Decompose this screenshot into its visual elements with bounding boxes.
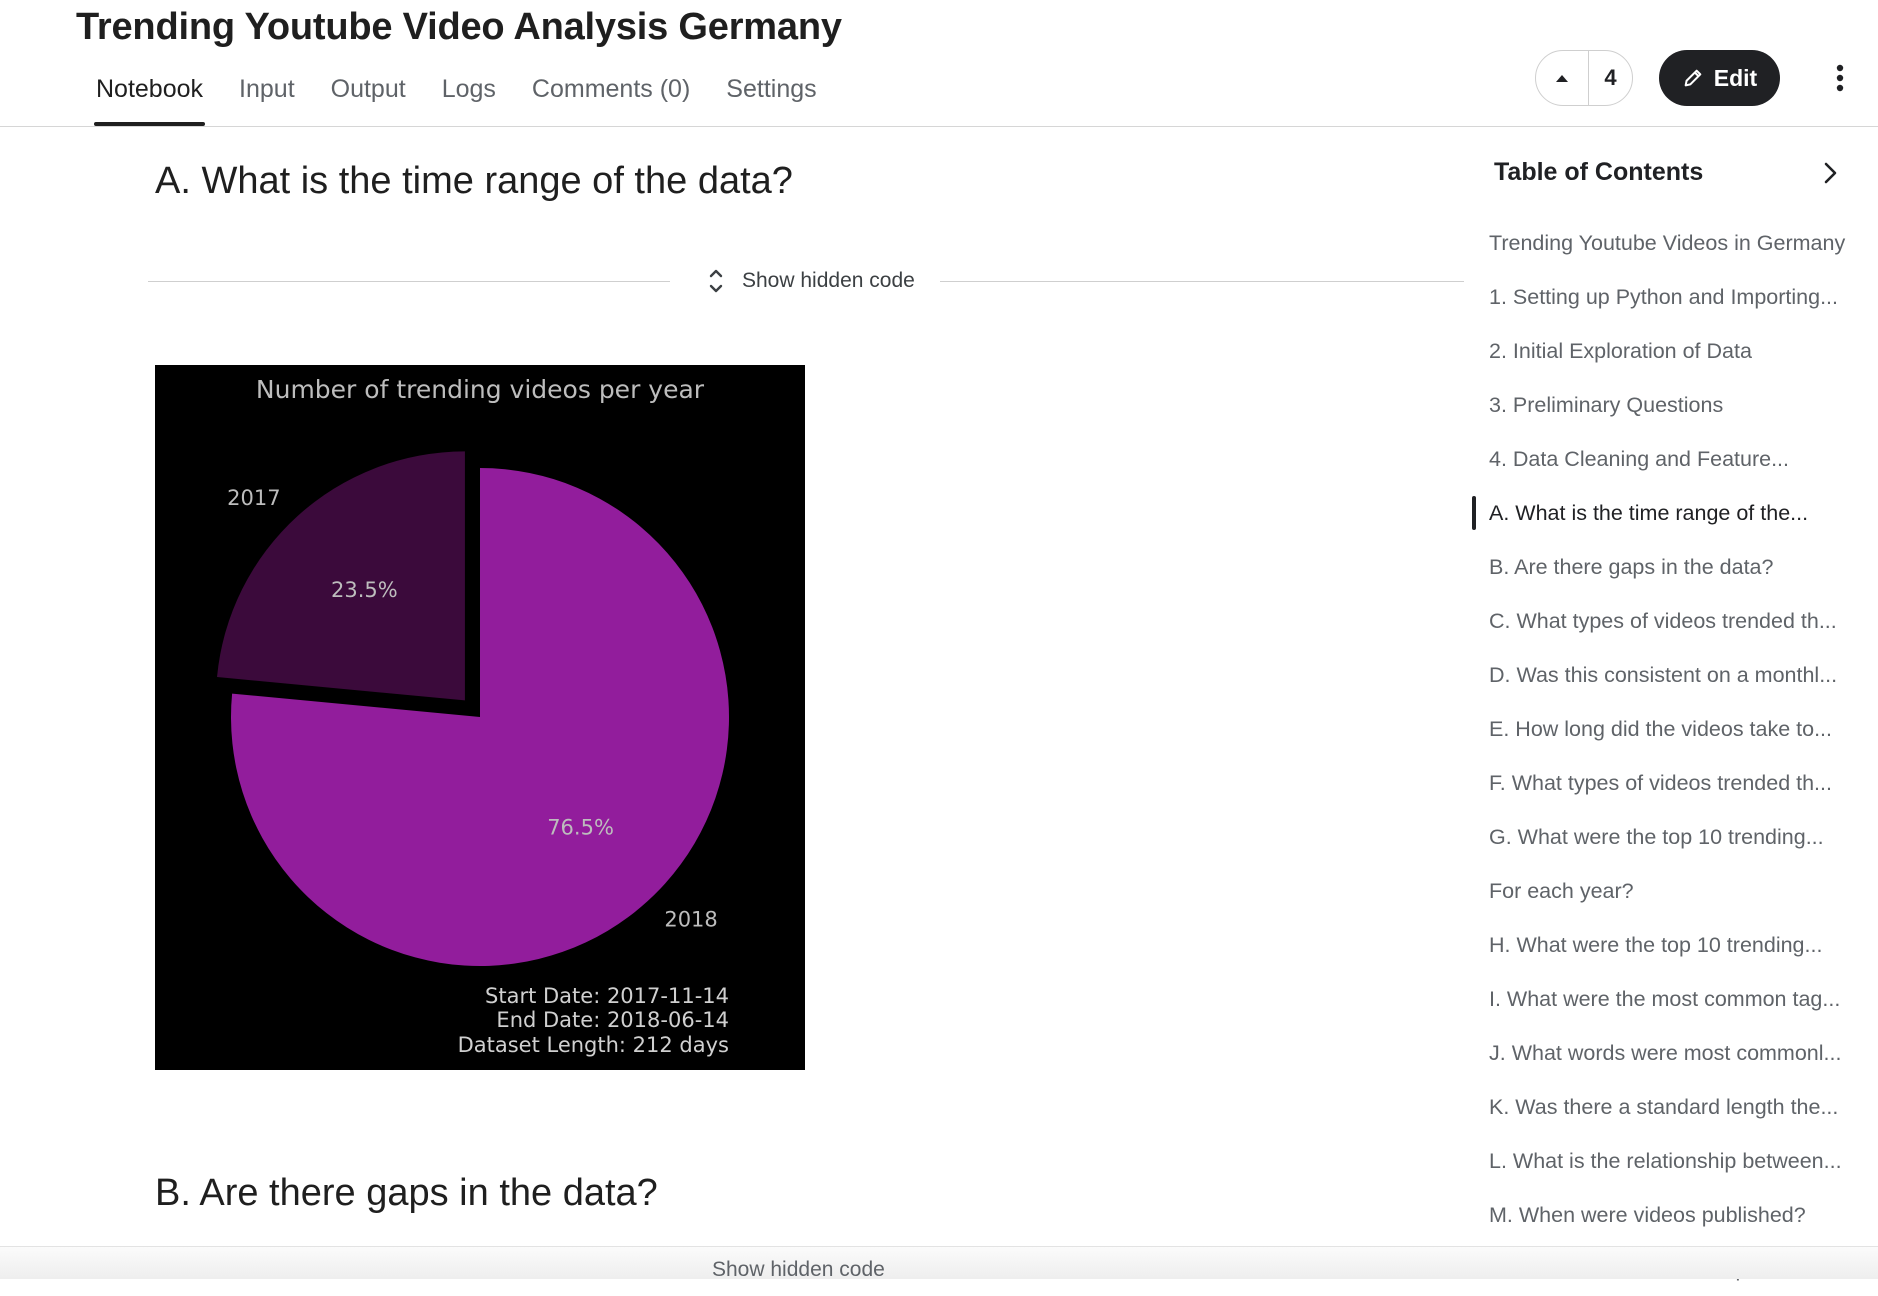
toc-item[interactable]: I. What were the most common tag... <box>1470 972 1878 1026</box>
toc-item[interactable]: L. What is the relationship between... <box>1470 1134 1878 1188</box>
toc-item[interactable]: B. Are there gaps in the data? <box>1470 540 1878 594</box>
tab-bar: Notebook Input Output Logs Comments (0) … <box>78 72 835 126</box>
toc-item[interactable]: E. How long did the videos take to... <box>1470 702 1878 756</box>
pie-slices <box>217 451 729 966</box>
toc-item[interactable]: J. What words were most commonl... <box>1470 1026 1878 1080</box>
pie-chart: Number of trending videos per year 2017 2… <box>155 365 805 1070</box>
divider-line <box>148 281 670 282</box>
show-hidden-code-label: Show hidden code <box>742 269 915 292</box>
toc-item[interactable]: 3. Preliminary Questions <box>1470 378 1878 432</box>
toc-item[interactable]: 4. Data Cleaning and Feature... <box>1470 432 1878 486</box>
slice-label-2017: 2017 <box>227 486 280 510</box>
hidden-code-row: Show hidden code <box>148 261 1464 301</box>
divider-line <box>940 281 1464 282</box>
page-title: Trending Youtube Video Analysis Germany <box>76 6 842 48</box>
toc-item[interactable]: 1. Setting up Python and Importing... <box>1470 270 1878 324</box>
slice-percent-2017: 23.5% <box>331 578 398 602</box>
chevron-right-icon[interactable] <box>1815 158 1845 188</box>
toc-item[interactable]: G. What were the top 10 trending... <box>1470 810 1878 864</box>
vote-widget: 4 <box>1535 50 1633 106</box>
vote-count: 4 <box>1604 65 1617 90</box>
expand-vertical-icon <box>709 269 723 293</box>
tab-output[interactable]: Output <box>313 72 424 126</box>
caret-up-icon <box>1556 75 1568 82</box>
toc-item[interactable]: Trending Youtube Videos in Germany <box>1470 216 1878 270</box>
toc-item[interactable]: F. What types of videos trended th... <box>1470 756 1878 810</box>
section-b-title: B. Are there gaps in the data? <box>155 1172 658 1214</box>
edit-label: Edit <box>1713 64 1758 91</box>
annotation-end-date: End Date: 2018-06-14 <box>496 1008 729 1032</box>
annotation-dataset-length: Dataset Length: 212 days <box>458 1033 729 1057</box>
tab-input[interactable]: Input <box>221 72 313 126</box>
toc-list: Trending Youtube Videos in Germany 1. Set… <box>1470 216 1878 1296</box>
pencil-icon <box>1684 69 1702 87</box>
header: Trending Youtube Video Analysis Germany … <box>0 0 1878 127</box>
toc-item[interactable]: 2. Initial Exploration of Data <box>1470 324 1878 378</box>
tab-settings[interactable]: Settings <box>708 72 834 126</box>
bottom-scroll-fade <box>0 1246 1878 1279</box>
toc-item[interactable]: H. What were the top 10 trending... <box>1470 918 1878 972</box>
tab-notebook[interactable]: Notebook <box>78 72 221 126</box>
chart-title: Number of trending videos per year <box>256 375 705 404</box>
show-hidden-code-peek[interactable]: Show hidden code <box>712 1258 885 1282</box>
more-options-button[interactable] <box>1825 58 1855 98</box>
upvote-button[interactable] <box>1536 51 1589 105</box>
toc-item[interactable]: A. What is the time range of the... <box>1470 486 1878 540</box>
toc-item[interactable]: For each year? <box>1470 864 1878 918</box>
pie-chart-svg: Number of trending videos per year 2017 2… <box>217 375 729 1057</box>
toc-heading: Table of Contents <box>1494 158 1704 186</box>
more-vertical-icon <box>1836 64 1844 92</box>
slice-label-2018: 2018 <box>664 908 717 932</box>
tab-comments[interactable]: Comments (0) <box>514 72 708 126</box>
toc-item[interactable]: K. Was there a standard length the... <box>1470 1080 1878 1134</box>
annotation-start-date: Start Date: 2017-11-14 <box>485 984 729 1008</box>
toc-item[interactable]: M. When were videos published? <box>1470 1188 1878 1242</box>
section-a-title: A. What is the time range of the data? <box>155 160 793 202</box>
tab-logs[interactable]: Logs <box>424 72 514 126</box>
toc-item[interactable]: D. Was this consistent on a monthl... <box>1470 648 1878 702</box>
slice-percent-2018: 76.5% <box>547 816 614 840</box>
edit-button[interactable]: Edit <box>1659 50 1780 106</box>
toc-item[interactable]: C. What types of videos trended th... <box>1470 594 1878 648</box>
show-hidden-code-button[interactable]: Show hidden code <box>698 263 935 299</box>
